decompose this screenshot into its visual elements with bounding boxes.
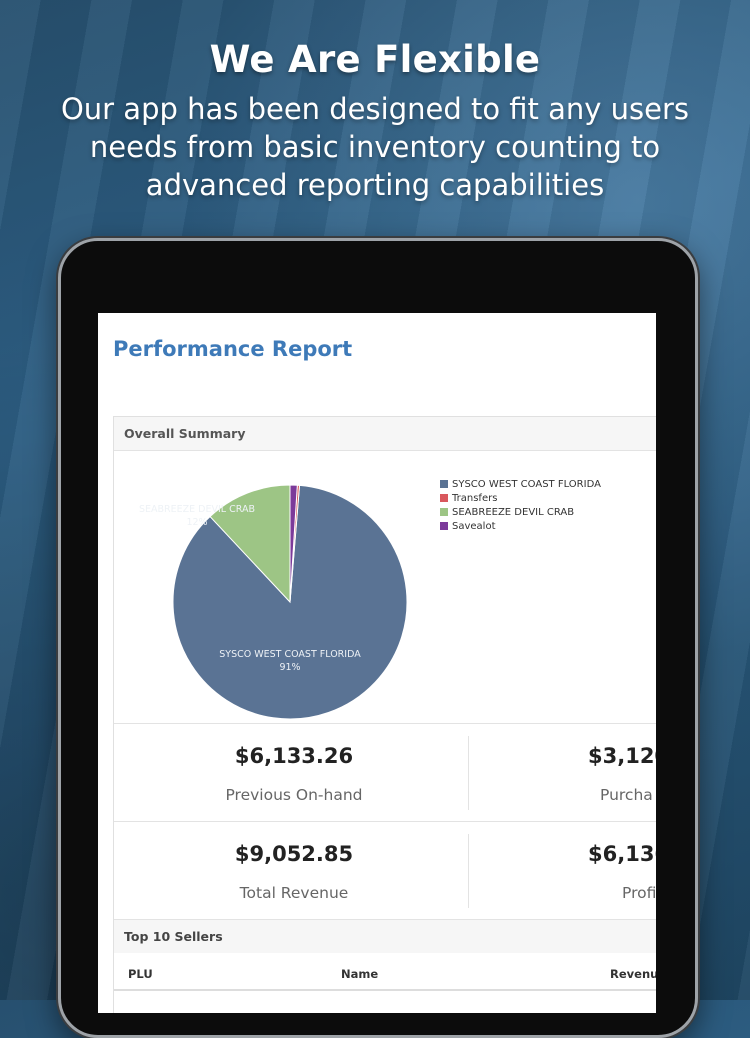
chart-legend: SYSCO WEST COAST FLORIDA Transfers SEABREE… [440, 477, 601, 533]
column-header-revenue[interactable]: Revenue [610, 967, 656, 981]
top-sellers-columns: PLU Name Revenue [114, 959, 656, 991]
table-row[interactable] [114, 991, 656, 1011]
stat-divider [468, 834, 469, 908]
legend-swatch [440, 522, 448, 530]
legend-item[interactable]: Transfers [440, 491, 601, 505]
stat-purchases: $3,120 Purcha [484, 724, 656, 822]
legend-item[interactable]: SYSCO WEST COAST FLORIDA [440, 477, 601, 491]
column-header-name[interactable]: Name [341, 967, 378, 981]
legend-swatch [440, 494, 448, 502]
stat-value: $6,133.26 [234, 744, 354, 768]
stat-previous-onhand: $6,133.26 Previous On-hand [154, 724, 434, 822]
legend-label: SEABREEZE DEVIL CRAB [452, 506, 575, 518]
legend-label: Savealot [452, 520, 496, 532]
promo-headline: We Are Flexible [209, 38, 541, 81]
legend-swatch [440, 508, 448, 516]
tablet-screen: Performance Report Overall Summary SYSCO… [98, 313, 656, 1013]
slice-label-name: SEABREEZE DEVIL CRAB [139, 504, 255, 515]
column-header-plu[interactable]: PLU [128, 967, 153, 981]
overall-summary-panel: Overall Summary SYSCO WEST COAST FLORIDA… [113, 416, 656, 1013]
stat-profit: $6,136 Profi [484, 822, 656, 920]
pie-chart: SYSCO WEST COAST FLORIDA 91% SEABREEZE DEV… [139, 484, 408, 720]
promo-subline: Our app has been designed to fit any use… [60, 92, 690, 202]
stat-row-2: $9,052.85 Total Revenue $6,136 Profi [114, 821, 656, 920]
slice-label-percent: 12% [186, 517, 207, 528]
stat-value: $9,052.85 [234, 842, 354, 866]
pie-chart-area: SYSCO WEST COAST FLORIDA 91% SEABREEZE DEV… [114, 451, 656, 723]
legend-swatch [440, 480, 448, 488]
legend-label: Transfers [452, 492, 498, 504]
stat-value: $6,136 [588, 842, 656, 866]
stat-label: Previous On-hand [225, 786, 363, 804]
stat-divider [468, 736, 469, 810]
legend-item[interactable]: Savealot [440, 519, 601, 533]
stat-row-1: $6,133.26 Previous On-hand $3,120 Purcha [114, 723, 656, 822]
stat-value: $3,120 [588, 744, 656, 768]
stat-total-revenue: $9,052.85 Total Revenue [154, 822, 434, 920]
legend-label: SYSCO WEST COAST FLORIDA [452, 478, 601, 490]
slice-label-percent: 91% [279, 662, 300, 673]
legend-item[interactable]: SEABREEZE DEVIL CRAB [440, 505, 601, 519]
stat-label: Purcha [600, 786, 653, 804]
stat-label: Profi [622, 884, 656, 902]
overall-summary-header: Overall Summary [114, 417, 656, 451]
stat-label: Total Revenue [239, 884, 349, 902]
top-sellers-header: Top 10 Sellers [114, 919, 656, 953]
page-title: Performance Report [113, 337, 353, 361]
slice-label-name: SYSCO WEST COAST FLORIDA [219, 649, 361, 660]
